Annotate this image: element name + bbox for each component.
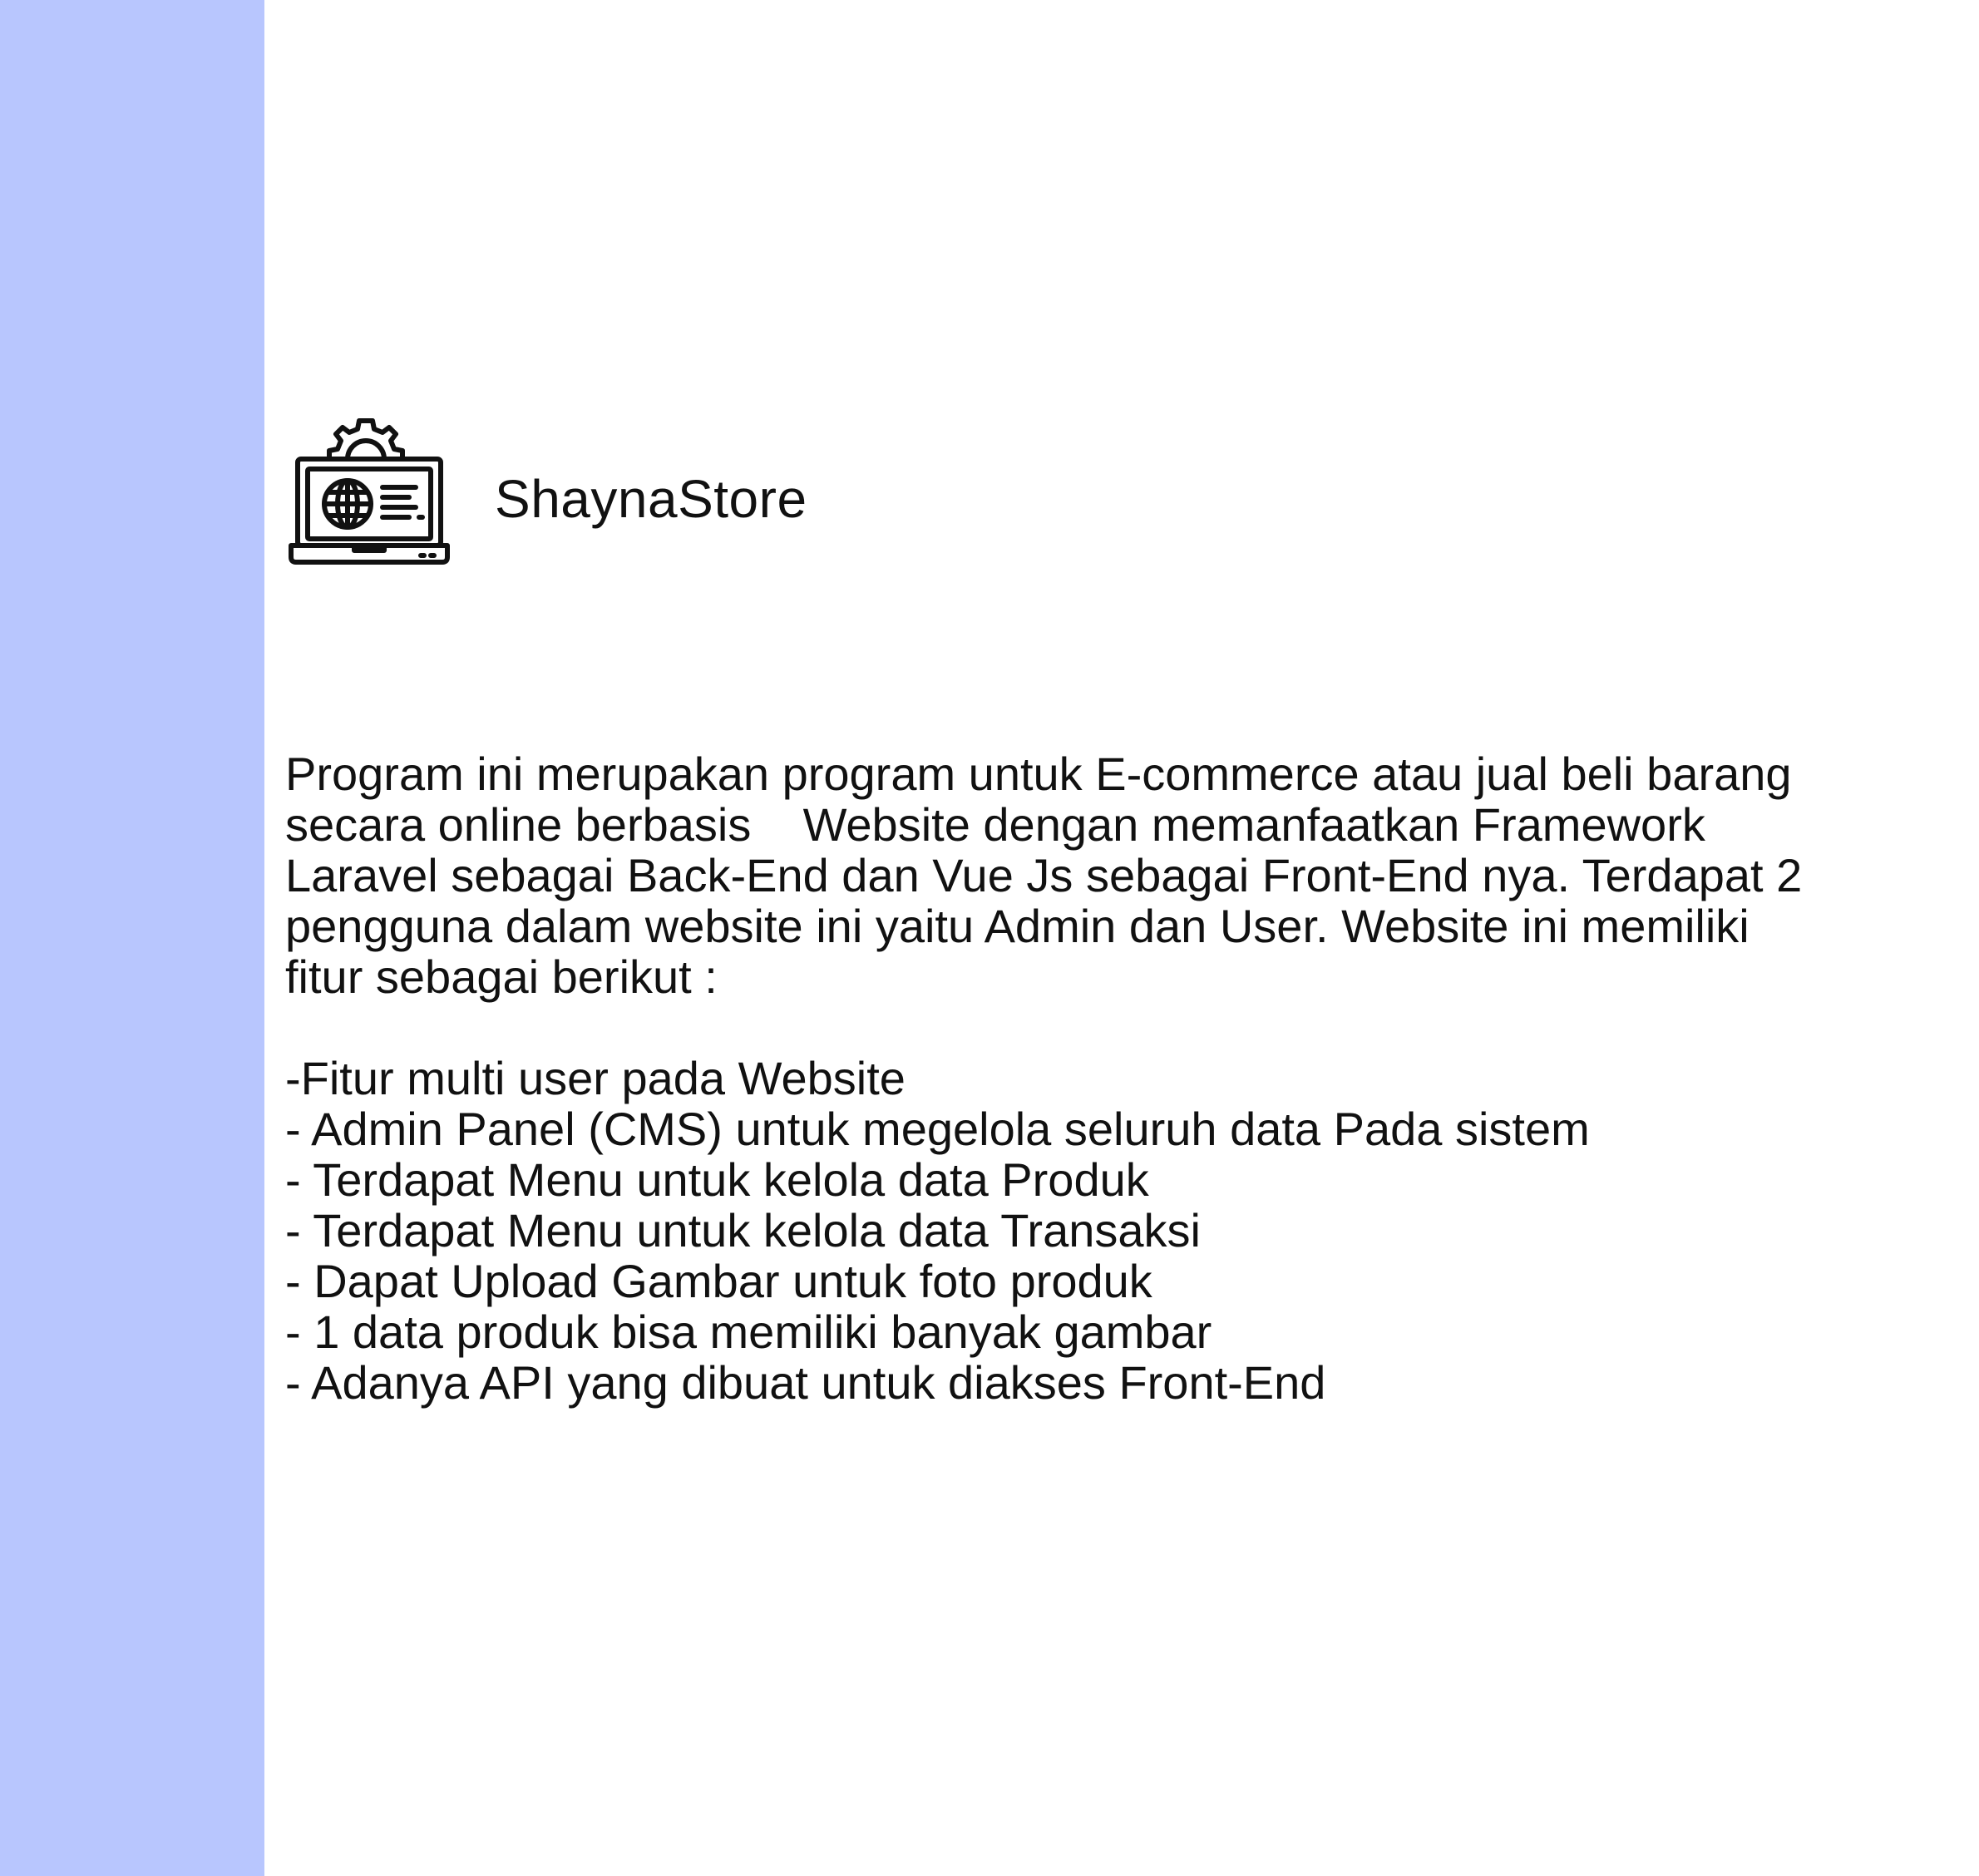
- description-line: fitur sebagai berikut :: [285, 950, 718, 1003]
- feature-item: - Terdapat Menu untuk kelola data Transa…: [285, 1204, 1201, 1256]
- laptop-web-settings-icon: [288, 409, 451, 572]
- feature-list: -Fitur multi user pada Website - Admin P…: [285, 1053, 1915, 1408]
- feature-item: - Admin Panel (CMS) untuk megelola selur…: [285, 1103, 1590, 1155]
- description-line: secara online berbasis Website dengan me…: [285, 798, 1705, 851]
- feature-item: - Dapat Upload Gambar untuk foto produk: [285, 1255, 1152, 1307]
- description-line: Laravel sebagai Back-End dan Vue Js seba…: [285, 849, 1803, 901]
- feature-item: - Adanya API yang dibuat untuk diakses F…: [285, 1356, 1326, 1409]
- feature-item: - Terdapat Menu untuk kelola data Produk: [285, 1153, 1149, 1206]
- brand-name: ShaynaStore: [495, 469, 807, 529]
- description-line: pengguna dalam website ini yaitu Admin d…: [285, 900, 1750, 952]
- description-line: Program ini merupakan program untuk E-co…: [285, 748, 1792, 800]
- description-paragraph: Program ini merupakan program untuk E-co…: [285, 748, 1915, 1002]
- feature-item: - 1 data produk bisa memiliki banyak gam…: [285, 1306, 1212, 1358]
- side-strip: [0, 0, 264, 1876]
- feature-item: -Fitur multi user pada Website: [285, 1052, 906, 1104]
- page: ShaynaStore Program ini merupakan progra…: [0, 0, 1979, 1876]
- description-block: Program ini merupakan program untuk E-co…: [285, 748, 1915, 1408]
